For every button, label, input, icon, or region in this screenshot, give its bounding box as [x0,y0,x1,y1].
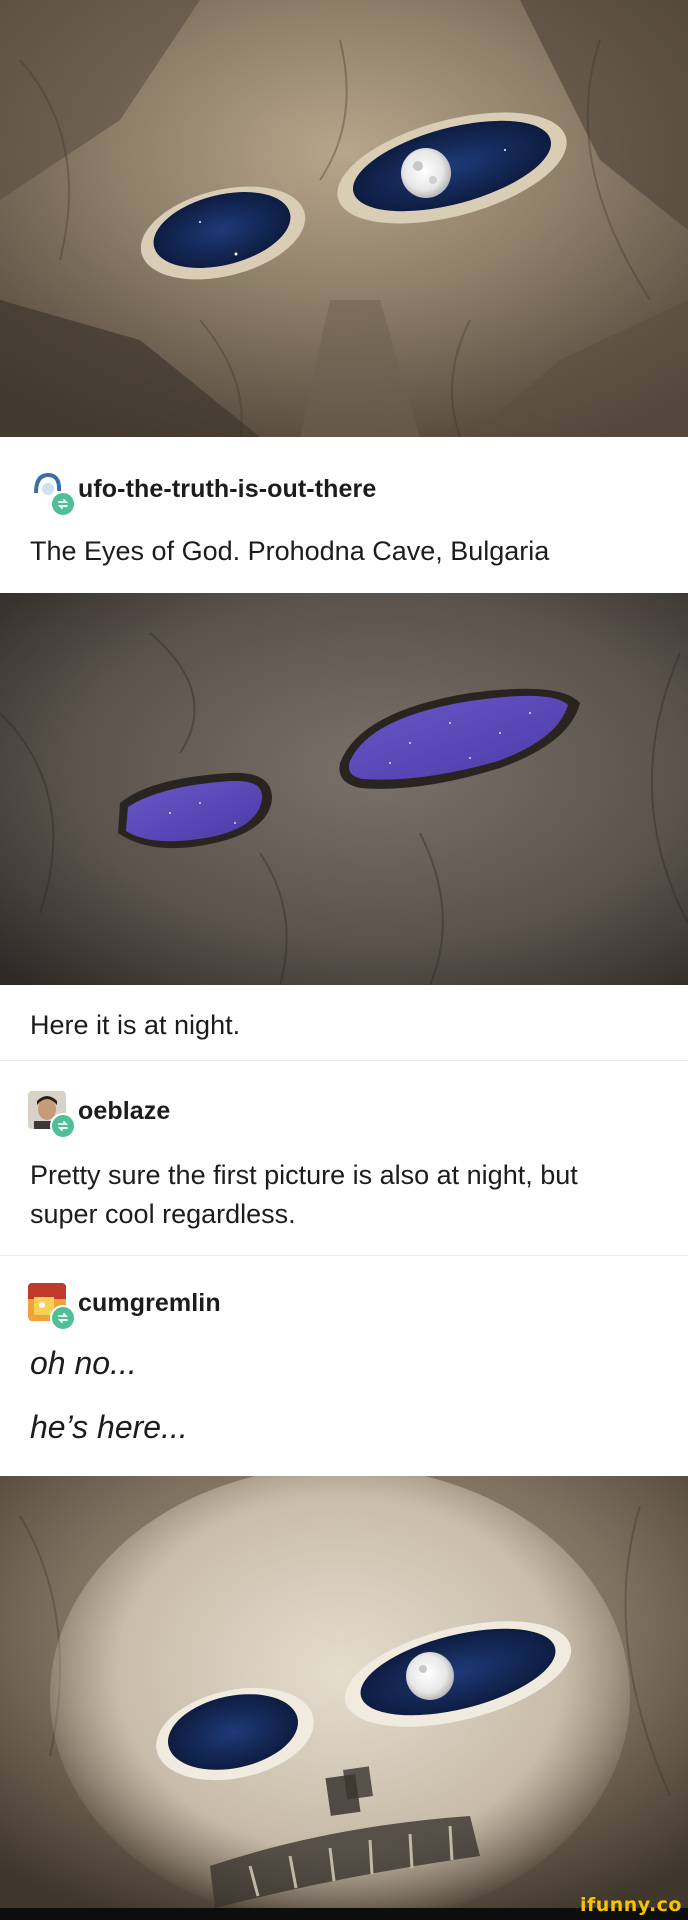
post-text-line-2: super cool regardless. [30,1199,296,1229]
cave-eyes-day-photo [0,0,688,437]
reblog-icon [50,1305,76,1331]
post-author-row[interactable]: oeblaze [28,1088,170,1139]
post-header-1: ufo-the-truth-is-out-there The Eyes of G… [0,437,688,593]
cave-eyes-night-photo [0,593,688,985]
post-text-line-2: he’s here... [30,1409,188,1445]
avatar[interactable] [28,1283,76,1331]
reblog-icon [50,491,76,517]
avatar[interactable] [28,1091,76,1139]
post-author-row[interactable]: ufo-the-truth-is-out-there [28,466,376,517]
username[interactable]: cumgremlin [78,1289,221,1318]
post-body-2: Here it is at night. [0,985,688,1060]
username[interactable]: oeblaze [78,1097,170,1126]
ifunny-watermark: ifunny.co [579,1894,682,1916]
reblog-post-oeblaze: oeblaze Pretty sure the first picture is… [0,1061,688,1255]
post-text: Here it is at night. [30,1010,241,1040]
reblog-icon [50,1113,76,1139]
post-author-row[interactable]: cumgremlin [28,1280,221,1331]
username[interactable]: ufo-the-truth-is-out-there [78,475,376,504]
post-text: The Eyes of God. Prohodna Cave, Bulgaria [30,536,550,566]
reblog-post-cumgremlin: cumgremlin oh no... he’s here... [0,1256,688,1476]
cave-skull-edit-photo [0,1476,688,1908]
post-text-line-1: Pretty sure the first picture is also at… [30,1160,578,1190]
avatar[interactable] [28,469,76,517]
post-text-line-1: oh no... [30,1345,137,1381]
